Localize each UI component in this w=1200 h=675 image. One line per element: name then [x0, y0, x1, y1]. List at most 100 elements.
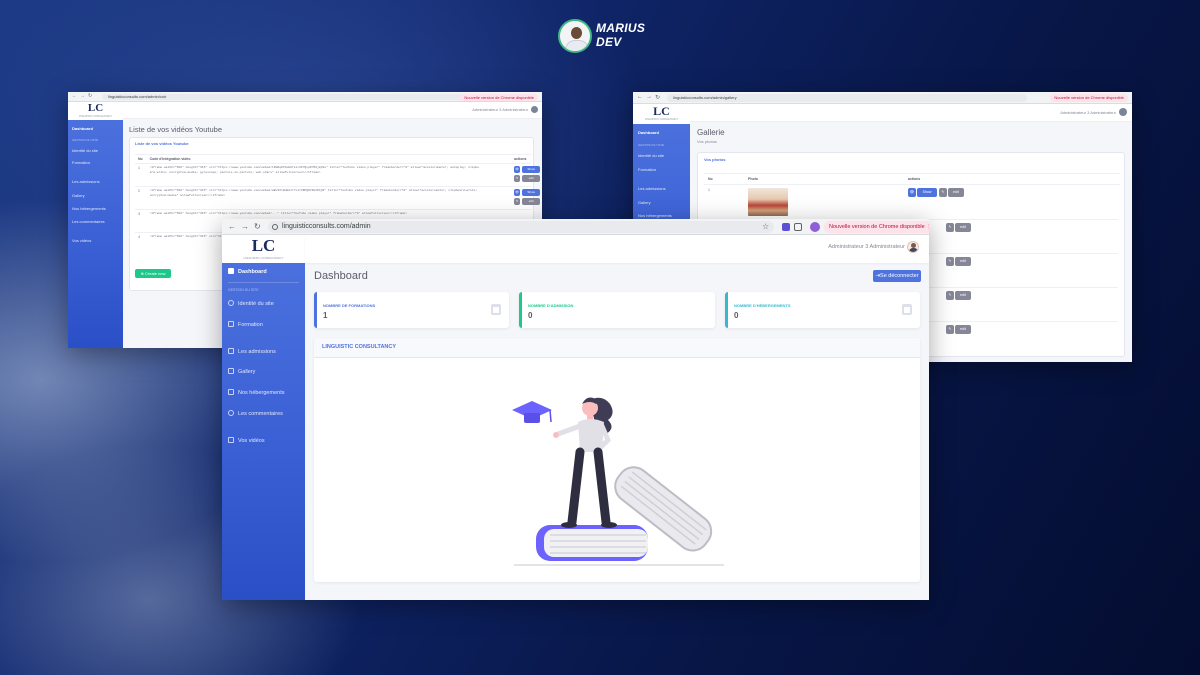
sidebar-item-gallery[interactable]: Gallery [633, 200, 690, 205]
graduation-illustration [512, 397, 724, 566]
sidebar-logo[interactable]: LC LINGUISTIC CONSULTANCY [68, 102, 123, 120]
sidebar-item-commentaires[interactable]: Les commentaires [68, 219, 123, 224]
sidebar-item-videos[interactable]: Vos vidéos [222, 435, 305, 447]
sidebar-item-videos[interactable]: Vos vidéos [68, 238, 123, 243]
edit-icon[interactable]: ✎ [946, 325, 954, 334]
forward-icon[interactable]: → [80, 93, 85, 99]
chrome-update-badge[interactable]: Nouvelle version de Chrome disponible [1050, 94, 1128, 102]
edit-button[interactable]: edit [948, 188, 964, 197]
show-button[interactable]: Show [522, 189, 541, 196]
admin-name[interactable]: Administrateur 3 Administrateur [472, 107, 528, 112]
forward-icon[interactable]: → [241, 222, 249, 232]
show-button[interactable]: Show [522, 166, 541, 173]
edit-icon[interactable]: ✎ [939, 188, 947, 197]
sidebar-logo[interactable]: LC LINGUISTIC CONSULTANCY [222, 235, 305, 263]
sidebar-item-dashboard[interactable]: Dashboard [222, 266, 305, 278]
dashboard-window: ← → ↻ linguisticconsults.com/admin ☆ Nou… [222, 219, 929, 600]
stat-value: 0 [528, 311, 533, 320]
browser-toolbar: ← → ↻ linguisticconsults.com/admin/galle… [633, 92, 1132, 104]
sidebar-item-formation[interactable]: Formation [68, 160, 123, 165]
forward-icon[interactable]: → [646, 94, 652, 100]
address-bar[interactable]: linguisticconsults.com/admin [268, 221, 774, 233]
sidebar-item-formation[interactable]: Formation [222, 319, 305, 331]
sidebar-item-admissions[interactable]: Les admissions [222, 346, 305, 358]
back-icon[interactable]: ← [72, 93, 77, 99]
back-icon[interactable]: ← [228, 222, 236, 232]
chrome-update-badge[interactable]: Nouvelle version de Chrome disponible [460, 93, 538, 101]
create-new-button[interactable]: ⊕ Create new [135, 269, 171, 278]
reload-icon[interactable]: ↻ [254, 222, 261, 232]
video-icon [228, 437, 234, 443]
card-title: LINGUISTIC CONSULTANCY [322, 344, 397, 350]
address-bar[interactable]: linguisticconsults.com/admin/gallery [667, 94, 1027, 102]
view-icon[interactable]: 👁 [514, 166, 521, 173]
page-title: Dashboard [314, 270, 368, 282]
sidebar-logo[interactable]: LC LINGUISTIC CONSULTANCY [633, 104, 690, 124]
logo-text: LC [87, 102, 104, 114]
sidebar-item-label: Gallery [238, 369, 256, 375]
sidebar-item-commentaires[interactable]: Les commentaires [222, 408, 305, 420]
admin-avatar[interactable] [907, 241, 919, 253]
sidebar-heading: GESTION DU SITE [72, 138, 99, 142]
site-info-icon[interactable] [272, 224, 278, 230]
gallery-table: No Photo actions 1 👁 Show ✎ edit [704, 173, 1120, 219]
admin-name[interactable]: Administrateur 3 Administrateur [828, 244, 905, 250]
embed-code: <iframe width="560" height="315" src="ht… [149, 166, 480, 174]
edit-icon[interactable]: ✎ [946, 291, 954, 300]
address-bar[interactable]: linguisticconsults.com/admin/voir [102, 94, 482, 100]
admin-avatar[interactable] [1119, 108, 1127, 116]
page-title: Liste de vos vidéos Youtube [129, 125, 222, 134]
back-icon[interactable]: ← [637, 94, 643, 100]
edit-icon[interactable]: ✎ [946, 257, 954, 266]
brand-name-line1: MARIUS [596, 21, 646, 35]
edit-button[interactable]: edit [955, 291, 971, 300]
sidebar-item-dashboard[interactable]: Dashboard [633, 130, 690, 135]
edit-button[interactable]: edit [955, 257, 971, 266]
chrome-profile-avatar[interactable] [810, 222, 820, 232]
edit-icon[interactable]: ✎ [946, 223, 954, 232]
sidebar-item-label: Les admissions [238, 349, 276, 355]
reload-icon[interactable]: ↻ [655, 94, 660, 101]
edit-button[interactable]: edit [522, 175, 541, 182]
bookmark-star-icon[interactable]: ☆ [762, 222, 769, 232]
sidebar-item-gallery[interactable]: Gallery [222, 366, 305, 378]
card-title: Vos photos [704, 157, 726, 162]
admin-name[interactable]: Administrateur 3 Administrateur [1060, 110, 1116, 115]
sidebar-item-gallery[interactable]: Gallery [68, 193, 123, 198]
sidebar-item-identite[interactable]: Identité du site [68, 148, 123, 153]
chrome-update-badge[interactable]: Nouvelle version de Chrome disponible ⋮ [824, 221, 929, 233]
sidebar-item-label: Les commentaires [238, 411, 283, 417]
edit-icon[interactable]: ✎ [514, 175, 521, 182]
more-vertical-icon: ⋮ [926, 224, 929, 230]
extension-icon[interactable] [782, 223, 790, 231]
sidebar-item-formation[interactable]: Formation [633, 167, 690, 172]
sidebar-item-admissions[interactable]: Les admissions [68, 179, 123, 184]
welcome-card: LINGUISTIC CONSULTANCY [314, 338, 920, 582]
sidebar-item-identite[interactable]: Identité du site [222, 298, 305, 310]
top-navbar: Administrateur 3 Administrateur [690, 104, 1132, 122]
sidebar-item-label: Identité du site [238, 301, 274, 307]
sidebar-item-identite[interactable]: Identité du site [633, 153, 690, 158]
edit-button[interactable]: edit [522, 198, 541, 205]
stat-label: NOMBRE D'HÉBERGEMENTS [734, 303, 791, 308]
stat-accent-bar [314, 292, 317, 328]
edit-button[interactable]: edit [955, 223, 971, 232]
extensions-puzzle-icon[interactable] [794, 223, 802, 231]
view-icon[interactable]: 👁 [514, 189, 521, 196]
sidebar-item-hebergements[interactable]: Nos hébergements [222, 387, 305, 399]
logout-button[interactable]: ⇥Se déconnecter [873, 270, 921, 282]
sidebar-item-admissions[interactable]: Les admissions [633, 186, 690, 191]
brand-avatar [558, 19, 592, 53]
gallery-photo[interactable] [748, 188, 788, 216]
view-icon[interactable]: 👁 [908, 188, 916, 197]
show-button[interactable]: Show [917, 188, 937, 197]
table-row: 2 <iframe width="560" height="315" src="… [135, 186, 541, 210]
sidebar-item-hebergements[interactable]: Nos hébergements [68, 206, 123, 211]
sidebar-item-dashboard[interactable]: Dashboard [68, 126, 123, 131]
admin-avatar[interactable] [531, 106, 538, 113]
sidebar-item-hebergements[interactable]: Nos hébergements [633, 213, 690, 218]
edit-icon[interactable]: ✎ [514, 198, 521, 205]
edit-button[interactable]: edit [955, 325, 971, 334]
reload-icon[interactable]: ↻ [88, 93, 92, 99]
table-row: 1 👁 Show ✎ edit [704, 184, 1120, 219]
